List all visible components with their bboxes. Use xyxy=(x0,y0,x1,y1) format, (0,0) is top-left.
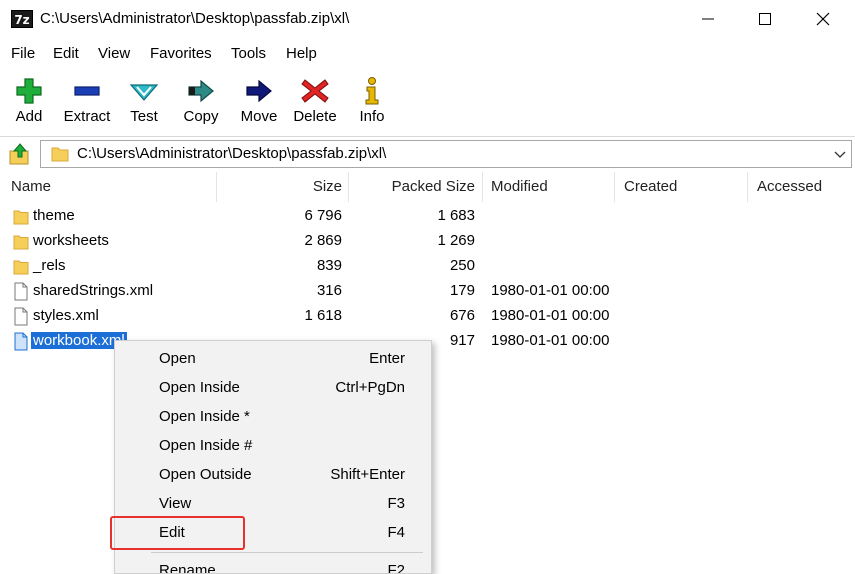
test-icon xyxy=(129,84,159,101)
folder-icon xyxy=(13,210,29,225)
list-item[interactable]: _rels 839 250 xyxy=(0,254,855,279)
file-modified: 1980-01-01 00:00 xyxy=(491,332,610,349)
move-button[interactable]: Move xyxy=(234,70,284,134)
copy-button[interactable]: Copy xyxy=(176,70,226,134)
folder-icon xyxy=(13,260,29,275)
minimize-button[interactable] xyxy=(680,0,736,38)
test-button[interactable]: Test xyxy=(121,70,167,134)
file-size: 6 796 xyxy=(304,207,342,224)
info-icon xyxy=(365,77,379,105)
file-size: 316 xyxy=(316,282,342,299)
column-divider[interactable] xyxy=(482,172,483,202)
column-modified[interactable]: Modified xyxy=(491,178,548,195)
title-bar: 7z C:\Users\Administrator\Desktop\passfa… xyxy=(0,0,855,38)
column-created[interactable]: Created xyxy=(624,178,677,195)
maximize-icon xyxy=(759,13,771,25)
column-divider[interactable] xyxy=(747,172,748,202)
menu-bar: File Edit View Favorites Tools Help xyxy=(0,40,855,68)
file-name: workbook.xml xyxy=(31,332,127,349)
close-button[interactable] xyxy=(795,0,851,38)
delete-icon xyxy=(301,79,329,103)
file-name: styles.xml xyxy=(33,307,99,324)
extract-icon xyxy=(74,86,100,96)
close-icon xyxy=(816,12,830,26)
folder-icon xyxy=(13,235,29,250)
file-name: _rels xyxy=(33,257,66,274)
folder-icon xyxy=(51,147,69,162)
file-packed-size: 1 683 xyxy=(437,207,475,224)
menu-edit[interactable]: Edit xyxy=(53,45,79,62)
minimize-icon xyxy=(702,18,714,20)
info-button[interactable]: Info xyxy=(352,70,392,134)
menu-view[interactable]: View xyxy=(98,45,130,62)
column-divider[interactable] xyxy=(614,172,615,202)
add-icon xyxy=(16,78,42,104)
file-icon xyxy=(14,282,28,301)
file-size: 2 869 xyxy=(304,232,342,249)
chevron-down-icon[interactable] xyxy=(833,147,847,161)
file-icon xyxy=(14,307,28,326)
edit-highlight-annotation xyxy=(110,516,245,550)
toolbar: Add Extract Test Copy Move Delete Info xyxy=(0,70,855,134)
column-packed-size[interactable]: Packed Size xyxy=(392,178,475,195)
list-item[interactable]: theme 6 796 1 683 xyxy=(0,204,855,229)
context-menu-open-outside[interactable]: Open Outside Shift+Enter xyxy=(115,461,431,490)
context-menu-view[interactable]: View F3 xyxy=(115,490,431,519)
file-packed-size: 250 xyxy=(449,257,475,274)
address-bar: C:\Users\Administrator\Desktop\passfab.z… xyxy=(0,138,855,170)
file-packed-size: 179 xyxy=(449,282,475,299)
context-menu-open[interactable]: Open Enter xyxy=(115,345,431,374)
file-name: sharedStrings.xml xyxy=(33,282,154,299)
add-button[interactable]: Add xyxy=(6,70,52,134)
context-menu-separator xyxy=(151,552,423,553)
file-packed-size: 1 269 xyxy=(437,232,475,249)
7zip-app-icon: 7z xyxy=(11,10,33,28)
address-path: C:\Users\Administrator\Desktop\passfab.z… xyxy=(77,145,387,162)
up-folder-button[interactable] xyxy=(8,142,32,166)
file-size: 1 618 xyxy=(304,307,342,324)
list-item[interactable]: worksheets 2 869 1 269 xyxy=(0,229,855,254)
context-menu-open-inside[interactable]: Open Inside Ctrl+PgDn xyxy=(115,374,431,403)
file-packed-size: 676 xyxy=(449,307,475,324)
folder-up-icon xyxy=(9,143,29,165)
delete-button[interactable]: Delete xyxy=(290,70,340,134)
window-title: C:\Users\Administrator\Desktop\passfab.z… xyxy=(40,10,350,27)
context-menu-rename[interactable]: Rename F2 xyxy=(115,557,431,573)
file-icon xyxy=(14,332,28,351)
column-size[interactable]: Size xyxy=(313,178,342,195)
move-icon xyxy=(246,79,272,103)
menu-help[interactable]: Help xyxy=(286,45,317,62)
copy-icon xyxy=(188,79,214,103)
list-header: Name Size Packed Size Modified Created A… xyxy=(0,172,855,202)
column-accessed[interactable]: Accessed xyxy=(757,178,822,195)
list-item[interactable]: styles.xml 1 618 676 1980-01-01 00:00 xyxy=(0,304,855,329)
file-name: worksheets xyxy=(33,232,109,249)
menu-favorites[interactable]: Favorites xyxy=(150,45,212,62)
file-name: theme xyxy=(33,207,75,224)
address-combobox[interactable]: C:\Users\Administrator\Desktop\passfab.z… xyxy=(40,140,852,168)
context-menu-open-inside-star[interactable]: Open Inside * xyxy=(115,403,431,432)
toolbar-divider xyxy=(0,136,855,137)
menu-file[interactable]: File xyxy=(11,45,35,62)
file-size: 839 xyxy=(316,257,342,274)
column-divider[interactable] xyxy=(348,172,349,202)
file-modified: 1980-01-01 00:00 xyxy=(491,307,610,324)
menu-tools[interactable]: Tools xyxy=(231,45,266,62)
context-menu-open-inside-hash[interactable]: Open Inside # xyxy=(115,432,431,461)
list-item[interactable]: sharedStrings.xml 316 179 1980-01-01 00:… xyxy=(0,279,855,304)
extract-button[interactable]: Extract xyxy=(58,70,116,134)
column-name[interactable]: Name xyxy=(11,178,51,195)
maximize-button[interactable] xyxy=(737,0,793,38)
file-modified: 1980-01-01 00:00 xyxy=(491,282,610,299)
column-divider[interactable] xyxy=(216,172,217,202)
file-packed-size: 917 xyxy=(449,332,475,349)
